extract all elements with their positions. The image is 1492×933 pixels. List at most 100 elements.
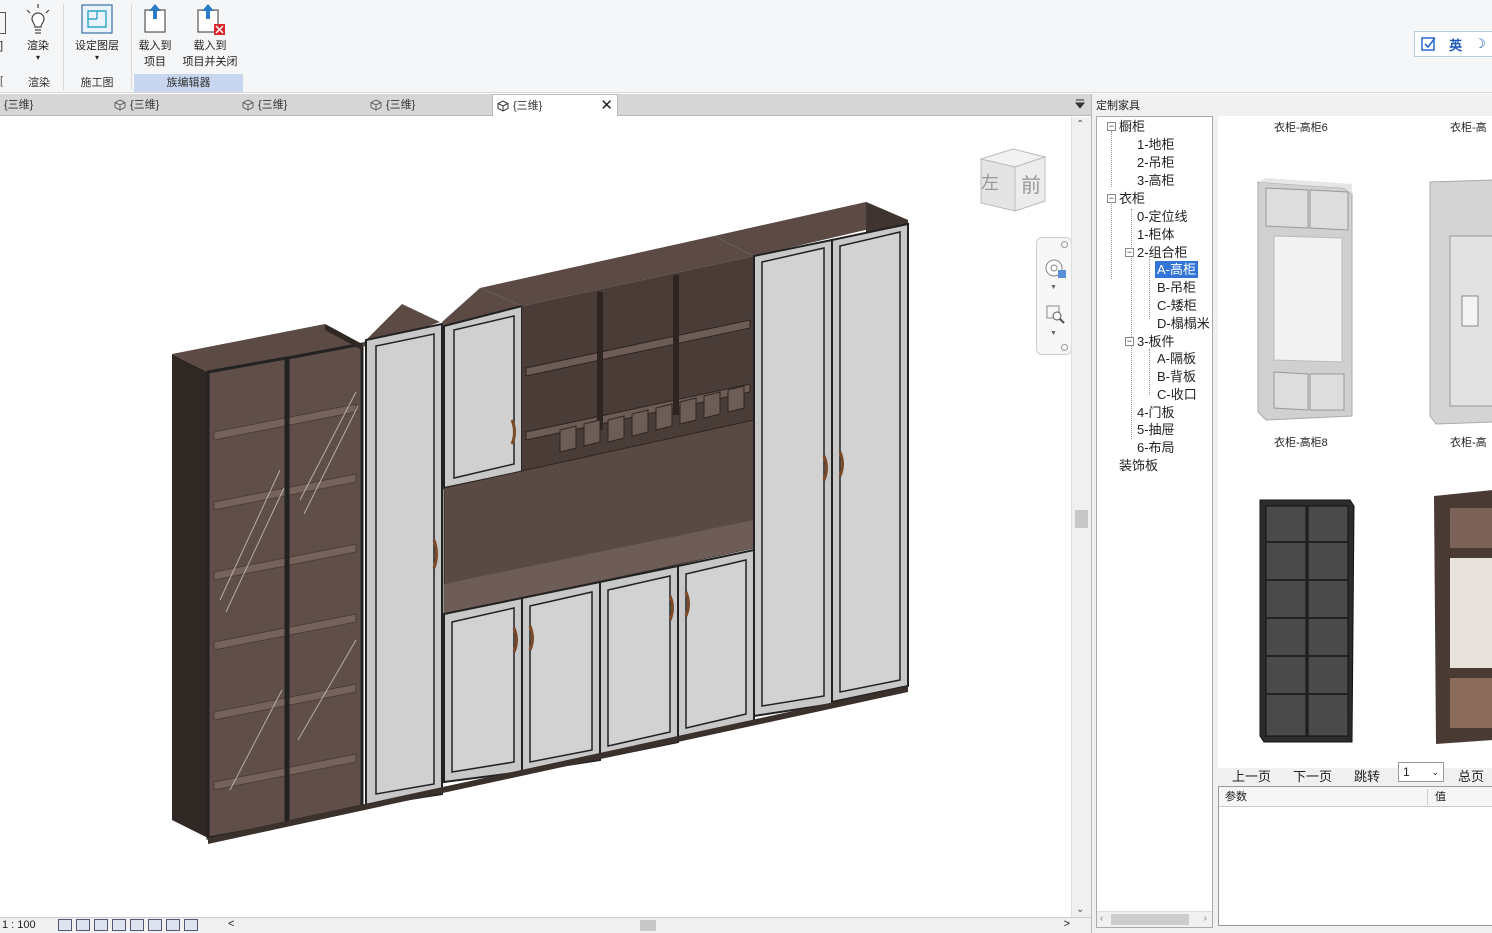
dropdown-arrow-icon[interactable]: ▼ [1050, 330, 1057, 337]
3d-view-icon [370, 99, 382, 111]
tree-node[interactable]: C-矮柜 [1157, 297, 1197, 314]
tree-node[interactable]: 6-布局 [1137, 439, 1175, 456]
view-tab[interactable]: {三维} [366, 94, 486, 116]
view-cube[interactable]: 左 前 [975, 145, 1051, 217]
tree-node[interactable]: 5-抽屉 [1137, 421, 1175, 438]
close-icon[interactable]: ✕ [600, 95, 613, 117]
scroll-thumb[interactable] [1075, 510, 1088, 528]
view-cube-front-face[interactable]: 前 [1021, 169, 1041, 198]
tree-node-selected[interactable]: A-高柜 [1155, 261, 1199, 278]
view-tab[interactable]: {三维} [110, 94, 230, 116]
load-and-close-button[interactable]: 载入到 项目并关闭 [178, 2, 242, 70]
gallery-item-thumbnail[interactable] [1426, 176, 1492, 426]
scroll-right-icon[interactable]: > [1064, 918, 1070, 930]
tree-connector [1111, 199, 1112, 279]
checkbox-icon[interactable] [1421, 36, 1437, 52]
ribbon-edge-fragment: [ [0, 75, 4, 87]
column-header-value[interactable]: 值 [1435, 787, 1446, 807]
3d-canvas[interactable]: 左 前 ▼ ▼ [0, 117, 1072, 917]
view-scale[interactable]: 1 : 100 [2, 919, 36, 931]
tree-node[interactable]: A-隔板 [1157, 350, 1196, 367]
resize-handle-icon[interactable] [1061, 344, 1068, 351]
visual-style-icon[interactable] [76, 919, 90, 931]
gallery-item-thumbnail[interactable] [1430, 488, 1492, 744]
group-label-family-editor: 族编辑器 [134, 74, 243, 92]
scroll-down-icon[interactable]: ⌄ [1076, 904, 1084, 915]
ribbon-edge-fragment: ] [0, 40, 4, 52]
show-crop-icon[interactable] [166, 919, 180, 931]
close-icon[interactable] [1061, 241, 1068, 248]
tree-node[interactable]: B-吊柜 [1157, 279, 1196, 296]
tree-node[interactable]: C-收口 [1157, 386, 1197, 403]
tree-node[interactable]: 2-组合柜 [1137, 244, 1188, 261]
next-page-link[interactable]: 下一页 [1293, 766, 1332, 785]
navigation-bar[interactable]: ▼ ▼ [1036, 237, 1072, 355]
category-tree[interactable]: − 橱柜 1-地柜 2-吊柜 3-高柜 − 衣柜 0-定位线 1-柜体 − 2-… [1096, 116, 1213, 928]
ribbon-separator [131, 4, 132, 90]
set-layer-button[interactable]: 设定图层 ▾ [70, 2, 124, 62]
dropdown-arrow-icon[interactable]: ▼ [1050, 284, 1057, 291]
view-tab[interactable]: {三维} [0, 94, 84, 116]
render-button[interactable]: 渲染 ▾ [22, 2, 54, 62]
tree-node[interactable]: D-榻榻米 [1157, 315, 1210, 332]
tree-node[interactable]: 3-板件 [1137, 333, 1175, 350]
column-header-parameter[interactable]: 参数 [1225, 787, 1247, 807]
crop-view-icon[interactable] [148, 919, 162, 931]
scroll-thumb[interactable] [1111, 914, 1189, 925]
view-tab[interactable]: {三维} [238, 94, 358, 116]
scroll-left-icon[interactable]: < [228, 918, 234, 930]
tree-node[interactable]: 0-定位线 [1137, 208, 1188, 225]
sun-path-icon[interactable] [94, 919, 108, 931]
tree-toggle[interactable]: − [1107, 194, 1116, 203]
cabinet-model [172, 202, 909, 844]
canvas-horizontal-scrollbar[interactable]: < > [228, 918, 1070, 932]
tree-connector [1111, 131, 1112, 187]
tab-menu-icon[interactable] [1075, 98, 1085, 110]
tree-toggle[interactable]: − [1107, 122, 1116, 131]
view-tab-active[interactable]: {三维} ✕ [492, 94, 618, 116]
view-cube-left-face[interactable]: 左 [981, 169, 999, 195]
column-divider [1427, 789, 1428, 805]
shadows-icon[interactable] [112, 919, 126, 931]
render-dialog-icon[interactable] [130, 919, 144, 931]
scroll-left-icon[interactable]: ‹ [1100, 913, 1103, 924]
tree-node[interactable]: 4-门板 [1137, 404, 1175, 421]
jump-link[interactable]: 跳转 [1354, 766, 1380, 785]
scroll-right-icon[interactable]: › [1204, 913, 1207, 924]
steering-wheel-icon[interactable] [1044, 258, 1068, 280]
tree-node[interactable]: 1-柜体 [1137, 226, 1175, 243]
page-select[interactable]: 1 ⌄ [1398, 762, 1444, 782]
ime-toolbar[interactable]: 英 ☽ [1414, 31, 1492, 57]
tree-node-wardrobe[interactable]: 衣柜 [1119, 190, 1145, 207]
gallery-caption: 衣柜-高柜8 [1274, 437, 1328, 449]
group-label-render: 渲染 [28, 77, 50, 89]
tree-node[interactable]: 1-地柜 [1137, 136, 1175, 153]
furniture-gallery: 衣柜-高柜6 衣柜-高 衣柜-高柜8 衣柜-高 [1218, 116, 1492, 768]
moon-icon[interactable]: ☽ [1474, 36, 1486, 52]
group-label-construction: 施工图 [80, 77, 114, 89]
tree-node[interactable]: 3-高柜 [1137, 172, 1175, 189]
panel-title: 定制家具 [1096, 100, 1140, 112]
detail-level-icon[interactable] [58, 919, 72, 931]
load-to-project-button[interactable]: 载入到 项目 [132, 2, 178, 70]
tree-toggle[interactable]: − [1125, 248, 1134, 257]
gallery-item-thumbnail[interactable] [1258, 496, 1358, 746]
tree-node[interactable]: 装饰板 [1119, 457, 1158, 474]
zoom-icon[interactable] [1045, 304, 1065, 324]
prev-page-link[interactable]: 上一页 [1232, 766, 1271, 785]
tree-horizontal-scrollbar[interactable]: ‹ › [1097, 911, 1212, 927]
scroll-thumb[interactable] [640, 920, 656, 931]
scroll-up-icon[interactable]: ⌃ [1076, 119, 1084, 130]
tree-node[interactable]: B-背板 [1157, 368, 1196, 385]
tree-node-cabinet[interactable]: 橱柜 [1119, 118, 1145, 135]
ribbon: ] [ 渲染 ▾ 设定图层 ▾ 载入到 项目 载入到 项目并关闭 渲染 施工图 … [0, 0, 1492, 93]
canvas-vertical-scrollbar[interactable]: ⌃ ⌄ [1071, 117, 1091, 917]
tree-node[interactable]: 2-吊柜 [1137, 154, 1175, 171]
tree-connector [1131, 209, 1132, 439]
3d-view-icon [497, 100, 509, 112]
temporary-hide-icon[interactable] [184, 919, 198, 931]
gallery-item-thumbnail[interactable] [1252, 176, 1362, 426]
tree-toggle[interactable]: − [1125, 337, 1134, 346]
ime-language[interactable]: 英 [1449, 35, 1462, 54]
load-close-icon [197, 4, 225, 35]
